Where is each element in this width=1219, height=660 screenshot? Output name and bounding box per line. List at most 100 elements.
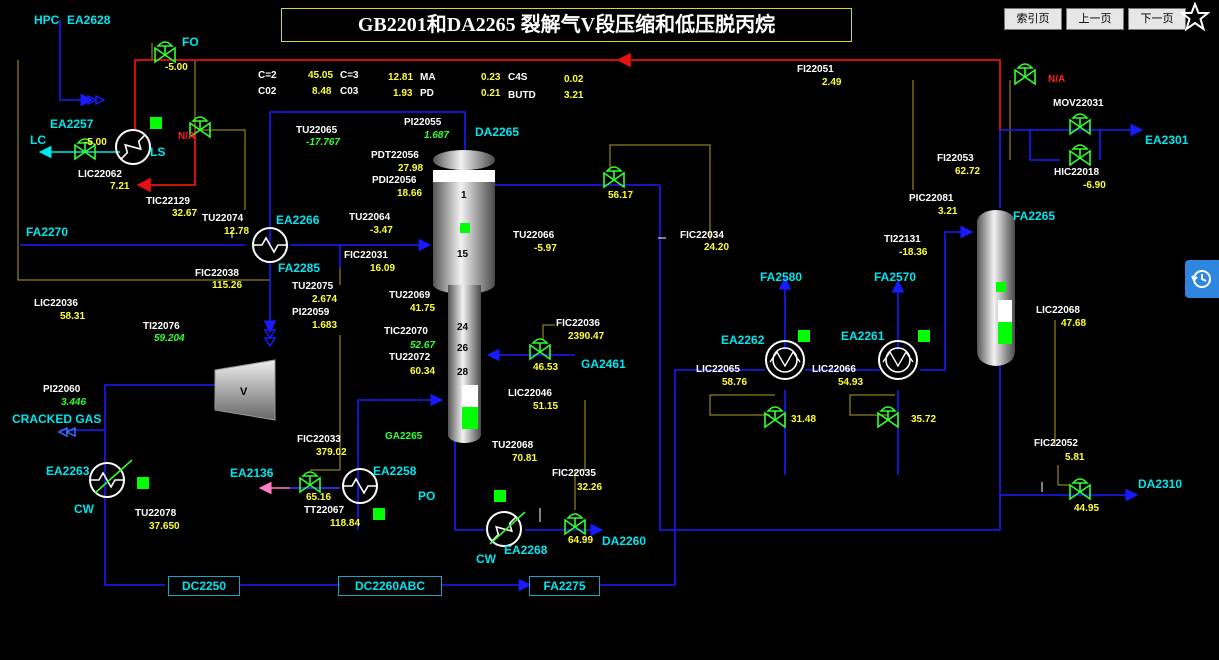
ti22131-value: -18.36 [899,247,928,258]
ea2263-label[interactable]: EA2263 [46,465,89,478]
c3-olefin-label: C=3 [340,70,359,81]
lic22066-tag[interactable]: LIC22066 [812,364,856,375]
tu22064-tag[interactable]: TU22064 [349,212,390,223]
ti22076-tag[interactable]: TI22076 [143,321,180,332]
fic22033-tag[interactable]: FIC22033 [297,434,341,445]
tu22072-tag[interactable]: TU22072 [389,352,430,363]
tu22074-tag[interactable]: TU22074 [202,213,243,224]
fic22052-tag[interactable]: FIC22052 [1034,438,1078,449]
tray-15-label: 15 [457,249,469,260]
ea2268-label[interactable]: EA2268 [504,544,547,557]
ea2136-label[interactable]: EA2136 [230,467,273,480]
fi22053-tag[interactable]: FI22053 [937,153,974,164]
tu22065-tag[interactable]: TU22065 [296,125,337,136]
lic22046-tag[interactable]: LIC22046 [508,388,552,399]
tu22074-value: 12.78 [224,226,250,237]
cw-label-ea2263: CW [74,502,94,516]
fa2570-label[interactable]: FA2570 [874,271,916,284]
pi22059-tag[interactable]: PI22059 [292,307,329,318]
ea2261-label[interactable]: EA2261 [841,330,884,343]
fa2265-label[interactable]: FA2265 [1013,210,1055,223]
fa2285-label[interactable]: FA2285 [278,262,320,275]
po-label: PO [418,489,436,503]
fi22051-tag[interactable]: FI22051 [797,64,834,75]
tu22078-value: 37.650 [149,521,180,532]
ea2266-label[interactable]: EA2266 [276,214,319,227]
tu22069-tag[interactable]: TU22069 [389,290,430,301]
fic22038-value: 115.26 [212,280,243,291]
ma-label: MA [420,72,436,83]
lic22068-value: 47.68 [1061,318,1087,329]
tt22067-value: 118.84 [330,518,361,529]
fic22035-value: 32.26 [577,482,603,493]
dc2260abc-box[interactable]: DC2260ABC [338,576,442,596]
process-graphic: GB2201和DA2265 裂解气V段压缩和低压脱丙烷 索引页 上一页 下一页 … [0,0,1219,660]
process-pipes [17,20,1144,592]
tt22067-tag[interactable]: TT22067 [304,505,344,516]
ti22076-value: 59.204 [154,333,185,344]
fic22033-value: 379.02 [316,447,347,458]
tray-26-label: 26 [457,343,469,354]
compressor-label[interactable]: V [240,387,247,398]
tu22078-tag[interactable]: TU22078 [135,508,176,519]
fa2270-label[interactable]: FA2270 [26,226,68,239]
ma-value: 0.23 [481,72,501,83]
fic22036-tag[interactable]: FIC22036 [556,318,600,329]
ea2258-label[interactable]: EA2258 [373,465,416,478]
butd-label: BUTD [508,90,536,101]
lic22068-tag[interactable]: LIC22068 [1036,305,1080,316]
history-panel-button[interactable] [1185,260,1219,298]
index-page-button[interactable]: 索引页 [1004,8,1062,30]
tic22129-tag[interactable]: TIC22129 [146,196,190,207]
favorite-star-icon[interactable] [1180,2,1210,32]
na-left-label: N/A [178,131,196,142]
lic22065-tag[interactable]: LIC22065 [696,364,740,375]
da2310-valve-value: 44.95 [1074,503,1100,514]
pi22060-tag[interactable]: PI22060 [43,384,80,395]
pdi22056-tag[interactable]: PDI22056 [372,175,416,186]
da2310-label[interactable]: DA2310 [1138,478,1182,491]
fic22031-tag[interactable]: FIC22031 [344,250,388,261]
tu22064-value: -3.47 [370,225,393,236]
c3-paraffin-label: C03 [340,86,359,97]
lic22065-value: 58.76 [722,377,748,388]
pi22059-value: 1.683 [312,320,338,331]
pdt22056-tag[interactable]: PDT22056 [371,150,419,161]
lic22062-tag[interactable]: LIC22062 [78,169,122,180]
history-icon [1191,270,1211,288]
cw-label-ea2268: CW [476,552,496,566]
da2260-valve-value: 64.99 [568,535,594,546]
ea2257-label[interactable]: EA2257 [50,118,93,131]
c3-olefin-value: 12.81 [388,72,414,83]
ea2301-label[interactable]: EA2301 [1145,134,1188,147]
tic22070-tag[interactable]: TIC22070 [384,326,428,337]
da2265-label[interactable]: DA2265 [475,126,519,139]
tu22068-tag[interactable]: TU22068 [492,440,533,451]
fa2580-label[interactable]: FA2580 [760,271,802,284]
dc2250-box[interactable]: DC2250 [168,576,240,596]
tu22075-tag[interactable]: TU22075 [292,281,333,292]
fic22035-tag[interactable]: FIC22035 [552,468,596,479]
ga2265-label[interactable]: GA2265 [385,431,422,442]
ea2628-label[interactable]: EA2628 [67,14,110,27]
ea2262-label[interactable]: EA2262 [721,334,764,347]
tu22066-tag[interactable]: TU22066 [513,230,554,241]
fic22034-value: 24.20 [704,242,730,253]
butd-value: 3.21 [564,90,584,101]
pic22081-tag[interactable]: PIC22081 [909,193,953,204]
fi22053-value: 62.72 [955,166,981,177]
fic22038-tag[interactable]: FIC22038 [195,268,239,279]
fic22034-tag[interactable]: FIC22034 [680,230,724,241]
mov22031-tag[interactable]: MOV22031 [1053,98,1104,109]
next-page-button[interactable]: 下一页 [1128,8,1186,30]
pd-label: PD [420,88,434,99]
hic22018-tag[interactable]: HIC22018 [1054,167,1099,178]
ti22131-tag[interactable]: TI22131 [884,234,921,245]
da2260-label[interactable]: DA2260 [602,535,646,548]
lic22036-tag[interactable]: LIC22036 [34,298,78,309]
prev-page-button[interactable]: 上一页 [1066,8,1124,30]
pi22055-tag[interactable]: PI22055 [404,117,441,128]
ga2461-label[interactable]: GA2461 [581,358,626,371]
fa2275-box[interactable]: FA2275 [529,576,600,596]
lic22046-value: 51.15 [533,401,559,412]
